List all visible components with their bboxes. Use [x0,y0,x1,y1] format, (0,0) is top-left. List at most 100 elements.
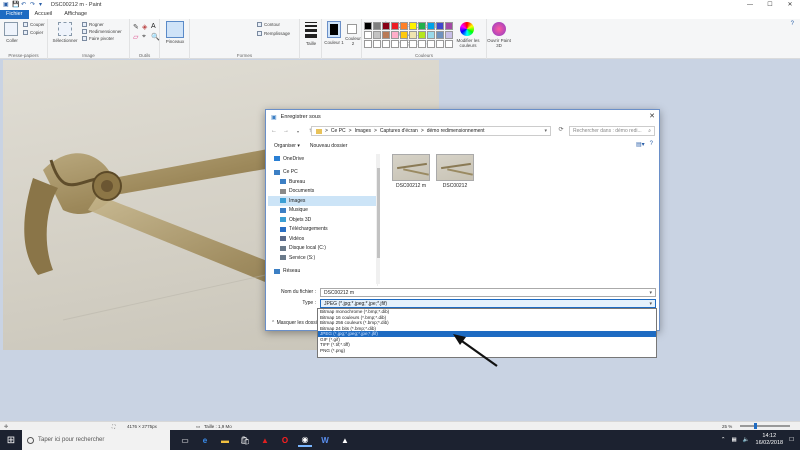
fill-icon[interactable]: ◈ [142,23,147,31]
windows-start-icon[interactable]: ⊞ [0,430,22,450]
redo-icon[interactable]: ↷ [30,2,36,8]
paint3d-icon[interactable] [492,22,506,36]
outline-button[interactable]: Contour [257,22,280,27]
sidebar-item[interactable]: Images [268,196,377,206]
palette-color-swatch[interactable]: #a349a4 [445,22,453,30]
breadcrumb-demo[interactable]: démo redimensionnement [427,128,485,134]
size-label[interactable]: Taille [300,41,322,46]
sidebar-item[interactable]: OneDrive [268,154,377,164]
sidebar-item[interactable]: Musique [268,206,377,216]
sidebar-item[interactable]: Objets 3D [268,215,377,225]
chevron-down-icon[interactable]: ▾ [649,300,652,308]
view-options-icon[interactable]: ▤▾ [636,141,645,148]
help-icon[interactable]: ? [791,21,794,27]
sidebar-item[interactable]: Réseau [268,267,377,277]
palette-color-swatch[interactable]: #ffc90e [400,31,408,39]
palette-color-swatch[interactable]: #ffffff [418,40,426,48]
opera-icon[interactable]: O [278,433,292,447]
color-picker-icon[interactable]: ⌖ [142,33,146,41]
color1-swatch[interactable] [327,21,341,38]
zoom-slider[interactable] [740,423,790,429]
palette-color-swatch[interactable]: #3f48cc [436,22,444,30]
palette-color-swatch[interactable]: #ffffff [427,40,435,48]
filetype-option[interactable]: PNG (*.png) [318,348,656,354]
text-icon[interactable]: A [151,23,156,30]
palette-color-swatch[interactable]: #b97a57 [382,31,390,39]
file-item[interactable]: DSC00212 m [390,154,432,189]
network-icon[interactable]: ▦ [731,437,736,443]
filename-input[interactable]: DSC00212 m ▾ [320,288,656,297]
copy-button[interactable]: Copier [23,30,43,35]
palette-color-swatch[interactable]: #7092be [436,31,444,39]
organize-button[interactable]: Organiser ▾ [274,143,300,149]
volume-icon[interactable]: 🔈 [743,437,750,443]
hide-folders-toggle[interactable]: ⌃ Masquer les dossiers [271,320,324,326]
new-folder-button[interactable]: Nouveau dossier [310,143,348,149]
tab-fichier[interactable]: Fichier [0,10,29,19]
sidebar-item[interactable]: Vidéos [268,234,377,244]
sidebar-item[interactable]: Disque local (C:) [268,244,377,254]
palette-color-swatch[interactable]: #ff7f27 [400,22,408,30]
palette-color-swatch[interactable]: #ed1c24 [391,22,399,30]
palette-color-swatch[interactable]: #ffffff [391,40,399,48]
brush-icon[interactable] [166,21,184,38]
cut-button[interactable]: Couper [23,22,45,27]
customize-quick-access-icon[interactable]: ▾ [39,2,45,8]
task-view-icon[interactable]: ▭ [178,433,192,447]
palette-color-swatch[interactable]: #ffffff [364,40,372,48]
sidebar-item[interactable]: Documents [268,187,377,197]
magnifier-icon[interactable]: 🔍 [151,33,160,41]
file-item[interactable]: DSC00212 [434,154,476,189]
palette-color-swatch[interactable]: #ffffff [400,40,408,48]
address-breadcrumb[interactable]: > Ce PC > Images > Captures d'écran > dé… [311,126,551,136]
select-icon[interactable] [58,22,72,36]
photos-icon[interactable]: ▲ [338,433,352,447]
palette-color-swatch[interactable]: #ffffff [373,40,381,48]
maximize-button[interactable]: ☐ [760,0,780,10]
rotate-button[interactable]: Faire pivoter [82,36,114,41]
fill-shape-button[interactable]: Remplissage [257,31,290,36]
edit-colors-icon[interactable] [460,22,474,36]
tab-affichage[interactable]: Affichage [58,10,93,19]
palette-color-swatch[interactable]: #b5e61d [418,31,426,39]
minimize-button[interactable]: — [740,0,760,10]
palette-color-swatch[interactable]: #000000 [364,22,372,30]
chevron-down-icon[interactable]: ▾ [649,289,652,297]
palette-color-swatch[interactable]: #c3c3c3 [373,31,381,39]
forward-arrow-icon[interactable]: → [282,128,290,134]
select-label[interactable]: Sélectionner [50,38,80,43]
nav-scrollbar[interactable] [376,154,380,284]
brushes-label[interactable]: Pinceaux [161,39,189,44]
palette-color-swatch[interactable]: #efe4b0 [409,31,417,39]
palette-color-swatch[interactable]: #880015 [382,22,390,30]
taskbar-search-box[interactable]: Taper ici pour rechercher [22,430,170,450]
pdf-reader-icon[interactable]: ▲ [258,433,272,447]
sidebar-item[interactable]: Service (S:) [268,253,377,263]
paste-icon[interactable] [4,22,18,36]
pencil-icon[interactable]: ✎ [133,23,139,31]
line-size-icon[interactable] [305,22,317,38]
address-dropdown-icon[interactable]: ▾ [544,128,547,134]
palette-color-swatch[interactable]: #22b14c [418,22,426,30]
sidebar-item[interactable]: Bureau [268,177,377,187]
breadcrumb-images[interactable]: Images [355,128,371,134]
sidebar-item[interactable]: Téléchargements [268,225,377,235]
close-button[interactable]: ✕ [780,0,800,10]
palette-color-swatch[interactable]: #ffffff [382,40,390,48]
filetype-select[interactable]: JPEG (*.jpg;*.jpeg;*.jpe;*.jfif) ▾ [320,299,656,308]
edge-icon[interactable]: e [198,433,212,447]
dialog-close-button[interactable]: ✕ [649,112,655,120]
undo-icon[interactable]: ↶ [21,2,27,8]
color2-swatch[interactable] [347,24,357,34]
folder-search-input[interactable]: Rechercher dans : démo redi... ⌕ [569,126,655,136]
palette-color-swatch[interactable]: #99d9ea [427,31,435,39]
refresh-icon[interactable]: ⟳ [556,126,566,136]
notifications-icon[interactable]: ☐ [789,437,794,443]
resize-button[interactable]: Redimensionner [82,29,122,34]
paint-taskbar-icon[interactable]: ◉ [298,433,312,447]
recent-locations-icon[interactable]: ▾ [294,129,302,134]
tab-accueil[interactable]: Accueil [29,10,59,19]
clock[interactable]: 14:12 16/02/2018 [756,433,784,447]
store-icon[interactable]: 🛍 [238,433,252,447]
help-circle-icon[interactable]: ? [650,141,653,148]
